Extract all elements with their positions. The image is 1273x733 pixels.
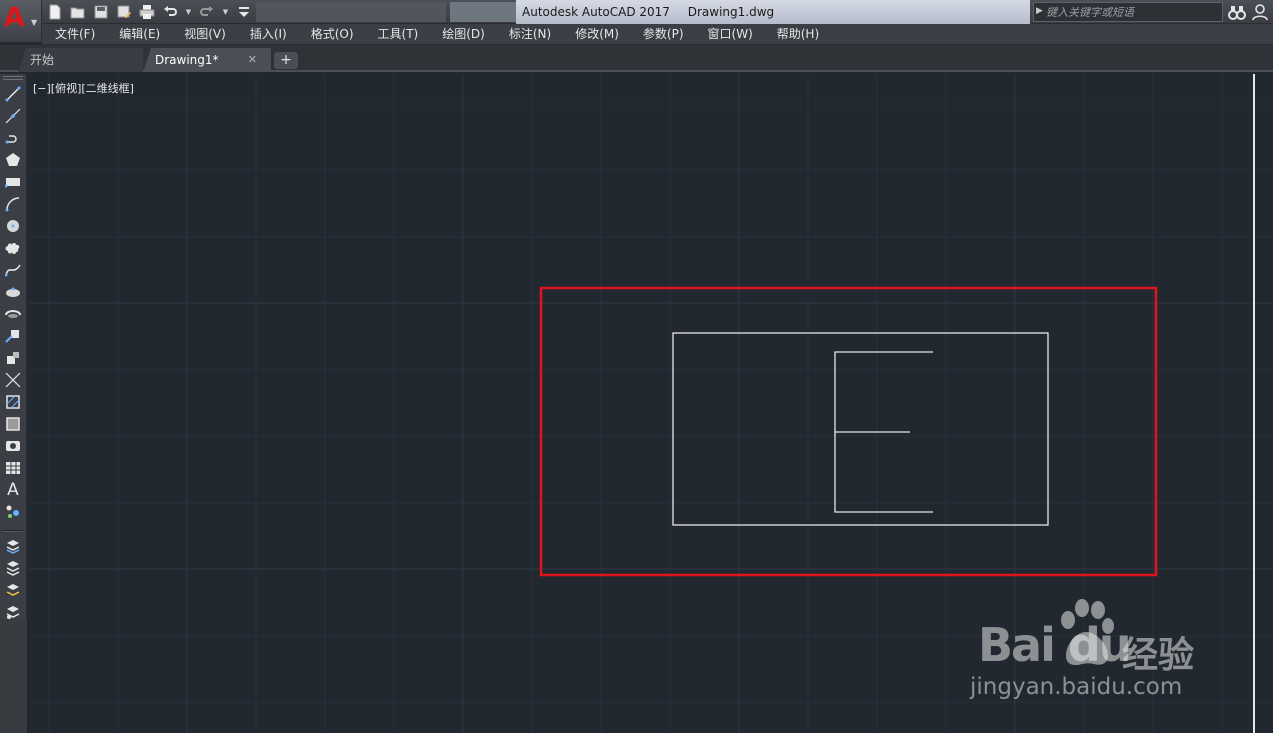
hatch-icon[interactable] bbox=[3, 392, 23, 412]
baidu-watermark: Bai du 经验 jingyan.baidu.com bbox=[970, 598, 1216, 708]
toolbar-grip[interactable] bbox=[3, 76, 23, 80]
menu-window[interactable]: 窗口(W) bbox=[695, 24, 764, 45]
file-title: Drawing1.dwg bbox=[687, 5, 775, 19]
insert-block-icon[interactable] bbox=[3, 326, 23, 346]
tab-start[interactable]: 开始 bbox=[18, 48, 143, 72]
line-icon[interactable] bbox=[3, 84, 23, 104]
make-block-icon[interactable] bbox=[3, 348, 23, 368]
open-folder-icon[interactable] bbox=[69, 3, 87, 21]
multiline-text-icon[interactable]: A bbox=[3, 480, 23, 500]
file-tabs-bar: 开始 Drawing1* ✕ + bbox=[0, 45, 1273, 72]
polygon-icon[interactable] bbox=[3, 150, 23, 170]
menu-insert[interactable]: 插入(I) bbox=[237, 24, 298, 45]
watermark-brand-cn: 经验 bbox=[1122, 635, 1195, 676]
arc-icon[interactable] bbox=[3, 194, 23, 214]
watermark-brand: Bai du bbox=[978, 618, 1132, 672]
rectangle-icon[interactable] bbox=[3, 172, 23, 192]
point-icon[interactable] bbox=[3, 370, 23, 390]
add-selected-icon[interactable] bbox=[3, 502, 23, 522]
draw-toolbar: A bbox=[0, 74, 27, 733]
tab-start-label: 开始 bbox=[30, 53, 55, 67]
region-icon[interactable] bbox=[3, 436, 23, 456]
circle-icon[interactable] bbox=[3, 216, 23, 236]
layer-properties-icon[interactable] bbox=[3, 536, 23, 556]
plot-icon[interactable] bbox=[138, 3, 156, 21]
ellipse-icon[interactable] bbox=[3, 282, 23, 302]
search-input[interactable] bbox=[1046, 4, 1220, 20]
undo-dropdown-icon[interactable]: ▼ bbox=[184, 3, 193, 21]
menu-help[interactable]: 帮助(H) bbox=[764, 24, 830, 45]
user-account-icon[interactable] bbox=[1251, 3, 1269, 21]
menu-bar: 文件(F) 编辑(E) 视图(V) 插入(I) 格式(O) 工具(T) 绘图(D… bbox=[42, 24, 1273, 45]
workspace-selector[interactable] bbox=[256, 2, 446, 22]
layer-isolate-icon[interactable] bbox=[3, 580, 23, 600]
viewport-right-border bbox=[1253, 74, 1255, 733]
search-box: ▶ bbox=[1033, 2, 1223, 22]
menu-dimension[interactable]: 标注(N) bbox=[496, 24, 562, 45]
menu-modify[interactable]: 修改(M) bbox=[562, 24, 630, 45]
outer-rectangle[interactable] bbox=[672, 332, 1049, 526]
autocad-window: ▼ ▼ Autodesk AutoCAD 2017 Drawing1.dwg ▶ bbox=[0, 0, 1273, 733]
menu-tools[interactable]: 工具(T) bbox=[365, 24, 430, 45]
application-menu-button[interactable]: A ▼ bbox=[0, 0, 42, 42]
toolbar-empty-area bbox=[0, 619, 27, 733]
polyline-icon[interactable] bbox=[3, 128, 23, 148]
revision-cloud-icon[interactable] bbox=[3, 238, 23, 258]
save-as-icon[interactable] bbox=[115, 3, 133, 21]
menu-format[interactable]: 格式(O) bbox=[298, 24, 365, 45]
new-file-icon[interactable] bbox=[46, 3, 64, 21]
watermark-url: jingyan.baidu.com bbox=[970, 674, 1183, 700]
title-bar: ▼ ▼ Autodesk AutoCAD 2017 Drawing1.dwg ▶ bbox=[0, 0, 1273, 24]
app-title: Autodesk AutoCAD 2017 bbox=[522, 5, 670, 19]
quick-access-toolbar: ▼ ▼ bbox=[46, 0, 253, 24]
autocad-logo: A bbox=[4, 2, 25, 33]
search-expand-icon[interactable]: ▶ bbox=[1036, 6, 1043, 16]
undo-icon[interactable] bbox=[161, 3, 179, 21]
save-icon[interactable] bbox=[92, 3, 110, 21]
viewport-controls[interactable]: [−][俯视][二维线框] bbox=[33, 80, 134, 96]
menu-draw[interactable]: 绘图(D) bbox=[429, 24, 496, 45]
layer-states-icon[interactable] bbox=[3, 558, 23, 578]
app-menu-caret-icon: ▼ bbox=[31, 18, 38, 27]
tab-drawing1-label: Drawing1* bbox=[155, 53, 219, 67]
close-tab-icon[interactable]: ✕ bbox=[248, 48, 257, 72]
spline-icon[interactable] bbox=[3, 260, 23, 280]
menu-parametric[interactable]: 参数(P) bbox=[630, 24, 695, 45]
table-icon[interactable] bbox=[3, 458, 23, 478]
ellipse-arc-icon[interactable] bbox=[3, 304, 23, 324]
search-binoculars-icon[interactable] bbox=[1228, 3, 1246, 21]
menu-view[interactable]: 视图(V) bbox=[171, 24, 237, 45]
toolbar-divider bbox=[3, 530, 23, 532]
workspace-switch[interactable] bbox=[450, 2, 516, 22]
menu-file[interactable]: 文件(F) bbox=[42, 24, 106, 45]
menu-edit[interactable]: 编辑(E) bbox=[106, 24, 171, 45]
redo-icon[interactable] bbox=[198, 3, 216, 21]
gradient-icon[interactable] bbox=[3, 414, 23, 434]
new-tab-button[interactable]: + bbox=[274, 52, 298, 69]
window-title: Autodesk AutoCAD 2017 Drawing1.dwg bbox=[516, 0, 1030, 24]
tab-drawing1[interactable]: Drawing1* ✕ bbox=[143, 48, 271, 72]
redo-dropdown-icon[interactable]: ▼ bbox=[221, 3, 230, 21]
customize-qat-icon[interactable] bbox=[235, 3, 253, 21]
construction-line-icon[interactable] bbox=[3, 106, 23, 126]
